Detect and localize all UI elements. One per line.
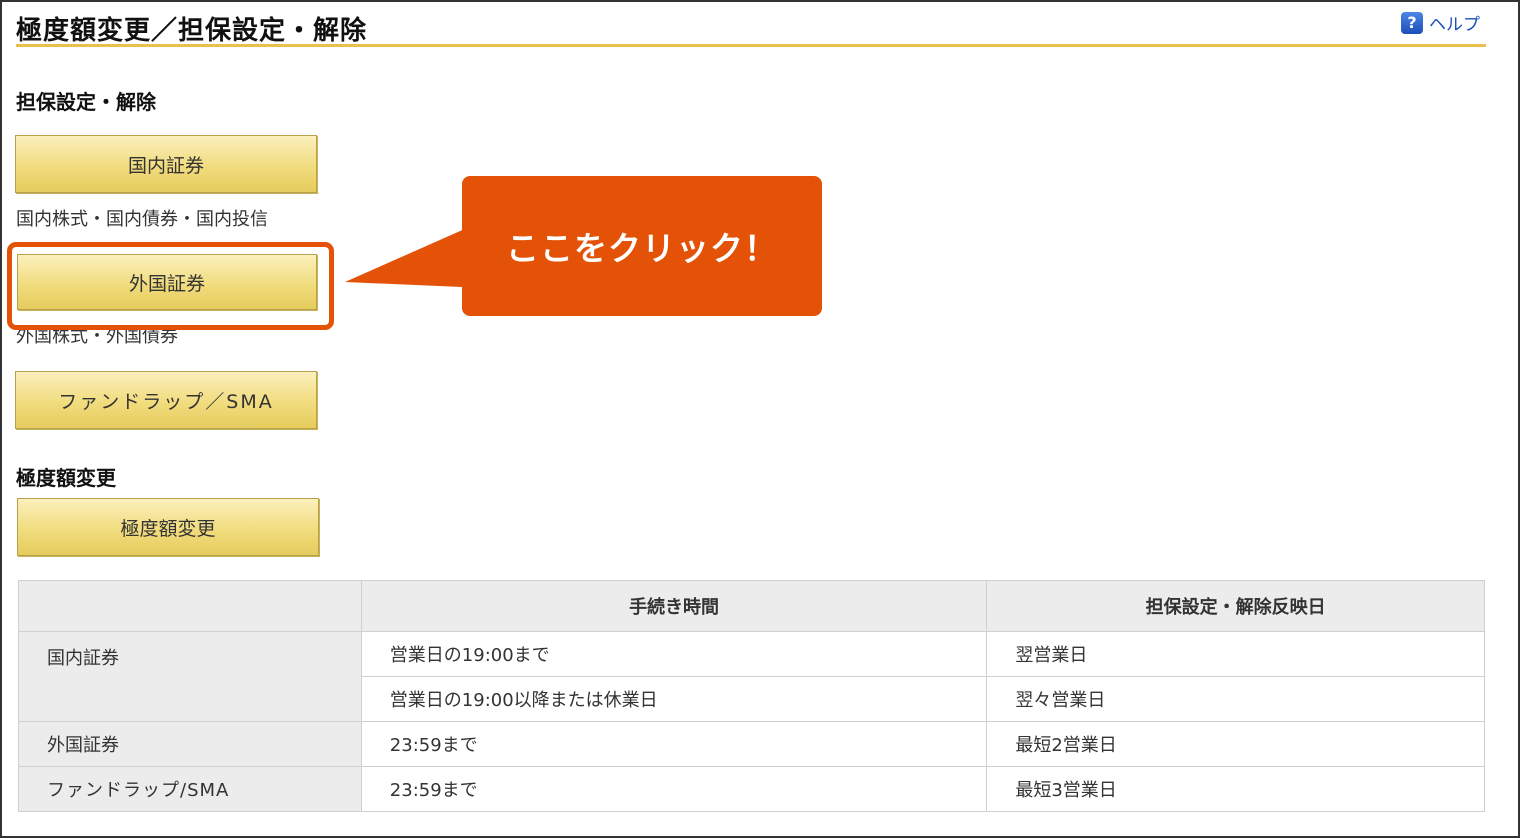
row-label-fundwrap: ファンドラップ/SMA [18, 766, 362, 812]
table-row: 国内証券 営業日の19:00まで 翌営業日 [18, 631, 1485, 722]
collateral-heading: 担保設定・解除 [16, 90, 156, 114]
title-underline [16, 44, 1486, 47]
page-frame: 極度額変更／担保設定・解除 ? ヘルプ 担保設定・解除 国内証券 国内株式・国内… [0, 0, 1520, 838]
highlight-outline [7, 242, 334, 330]
question-icon: ? [1401, 11, 1423, 34]
cell-time: 23:59まで [360, 766, 988, 812]
click-here-callout: ここをクリック！ [462, 176, 822, 316]
row-label-domestic: 国内証券 [18, 631, 362, 722]
cell-time: 営業日の19:00以降または休業日 [360, 676, 988, 722]
table-header-blank [18, 580, 362, 632]
cell-date: 最短2営業日 [986, 721, 1485, 767]
row-label-foreign: 外国証券 [18, 721, 362, 767]
limit-change-button[interactable]: 極度額変更 [17, 498, 319, 556]
domestic-caption: 国内株式・国内債券・国内投信 [16, 209, 268, 230]
cell-date: 翌々営業日 [986, 676, 1485, 722]
cell-time: 23:59まで [360, 721, 988, 767]
table-row: 外国証券 23:59まで 最短2営業日 [18, 721, 1485, 767]
processing-schedule-table: 手続き時間 担保設定・解除反映日 国内証券 営業日の19:00まで 翌営業日 営… [18, 580, 1485, 812]
table-header-row: 手続き時間 担保設定・解除反映日 [18, 580, 1485, 632]
help-label: ヘルプ [1429, 15, 1480, 35]
table-header-date: 担保設定・解除反映日 [986, 580, 1485, 632]
table-header-time: 手続き時間 [360, 580, 988, 632]
cell-time: 営業日の19:00まで [360, 631, 988, 677]
cell-date: 最短3営業日 [986, 766, 1485, 812]
page-title: 極度額変更／担保設定・解除 [16, 16, 368, 46]
table-row: ファンドラップ/SMA 23:59まで 最短3営業日 [18, 766, 1485, 812]
limit-change-heading: 極度額変更 [16, 466, 116, 490]
cell-date: 翌営業日 [986, 631, 1485, 677]
domestic-securities-button[interactable]: 国内証券 [15, 135, 317, 193]
help-link[interactable]: ? ヘルプ [1401, 10, 1480, 35]
fundwrap-sma-button[interactable]: ファンドラップ／SMA [15, 371, 317, 429]
